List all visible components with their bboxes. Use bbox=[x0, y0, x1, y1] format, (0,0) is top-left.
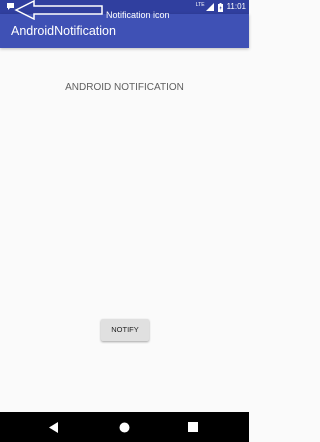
recents-icon bbox=[188, 422, 198, 432]
back-icon bbox=[49, 421, 58, 433]
home-icon bbox=[119, 422, 129, 432]
back-button[interactable] bbox=[48, 421, 60, 433]
notify-button[interactable]: NOTIFY bbox=[101, 319, 149, 341]
annotation-label: Notification icon bbox=[106, 10, 170, 20]
status-time: 11:01 bbox=[226, 2, 246, 11]
battery-icon bbox=[217, 2, 223, 12]
nav-bar bbox=[0, 412, 249, 442]
signal-icon bbox=[205, 3, 214, 11]
lte-icon: LTE bbox=[195, 1, 205, 8]
status-icons: LTE 11:01 bbox=[196, 0, 249, 14]
app-title: AndroidNotification bbox=[11, 24, 116, 38]
recents-button[interactable] bbox=[187, 421, 199, 433]
home-button[interactable] bbox=[118, 421, 130, 433]
main-label: ANDROID NOTIFICATION bbox=[65, 82, 184, 93]
annotation-arrow-icon bbox=[14, 0, 103, 20]
